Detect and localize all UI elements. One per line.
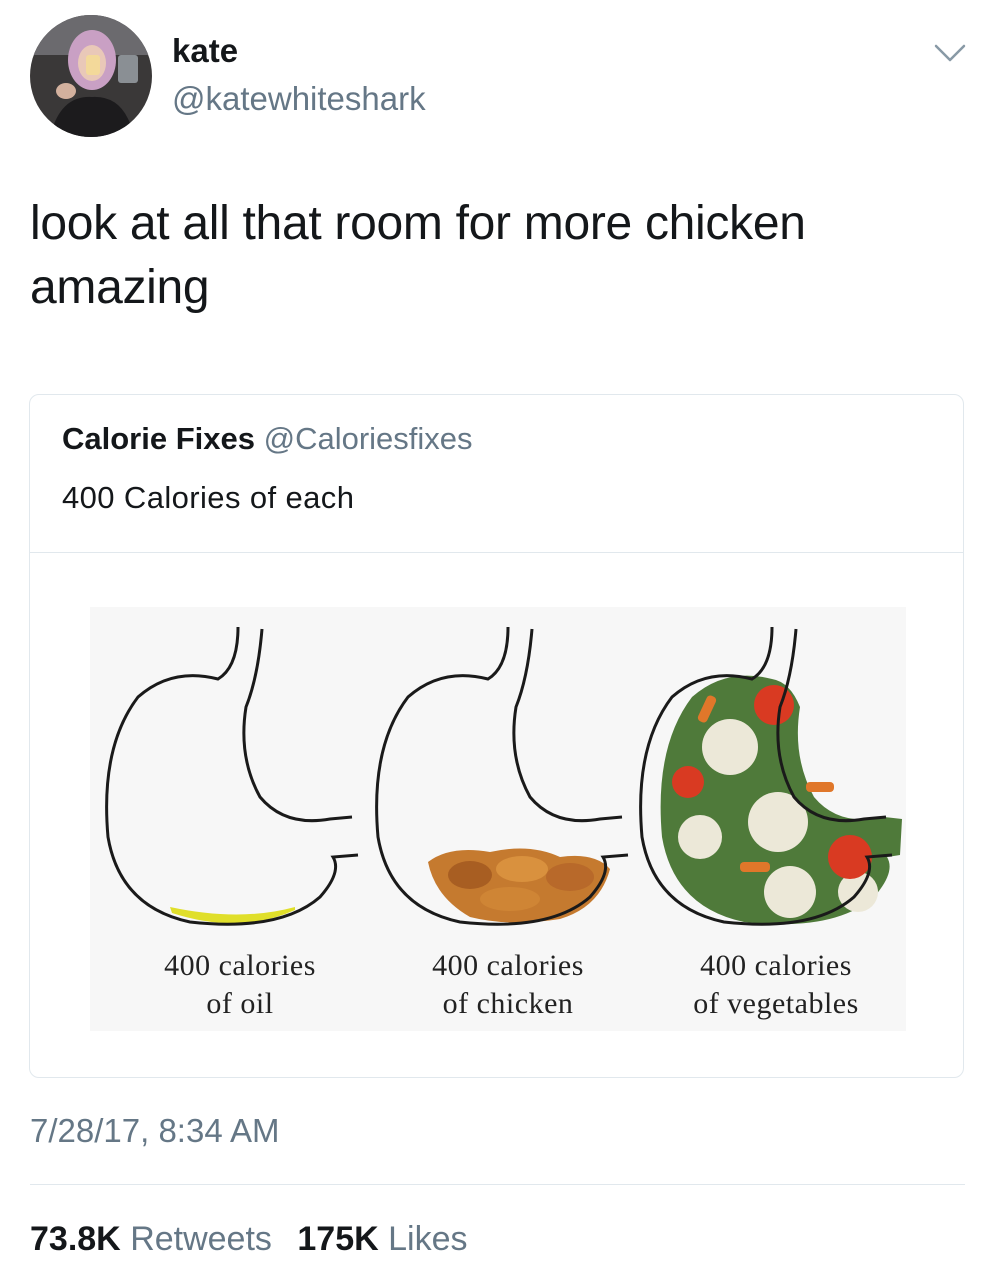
- avatar-photo: [30, 15, 152, 137]
- quoted-author-name: Calorie Fixes: [62, 421, 255, 456]
- quoted-tweet-divider: [30, 552, 963, 553]
- quoted-tweet-author: Calorie Fixes @Caloriesfixes: [62, 421, 473, 457]
- author-handle[interactable]: @katewhiteshark: [172, 80, 426, 118]
- stats-divider: [30, 1184, 965, 1185]
- author-name[interactable]: kate: [172, 32, 238, 70]
- tweet-timestamp[interactable]: 7/28/17, 8:34 AM: [30, 1112, 280, 1150]
- retweets-stat[interactable]: 73.8K Retweets: [30, 1220, 272, 1258]
- caption-vegetables: 400 calories of vegetables: [670, 947, 882, 1023]
- quoted-tweet-text: 400 Calories of each: [62, 480, 355, 515]
- caption-chicken-line-2: of chicken: [442, 987, 574, 1020]
- likes-stat[interactable]: 175K Likes: [297, 1220, 467, 1258]
- caption-vegetables-line-1: 400 calories: [700, 949, 852, 982]
- stomach-chicken-illustration: [375, 626, 629, 926]
- avatar[interactable]: [30, 15, 152, 137]
- tweet-stats: 73.8K Retweets 175K Likes: [30, 1220, 483, 1259]
- tweet-text-line-1: look at all that room for more chicken: [30, 197, 806, 250]
- stomach-vegetables-illustration: [639, 626, 902, 926]
- stomach-oil-illustration: [105, 626, 359, 926]
- retweets-label: Retweets: [130, 1220, 272, 1258]
- likes-count: 175K: [297, 1220, 379, 1258]
- caption-oil-line-2: of oil: [206, 987, 274, 1020]
- caption-chicken-line-1: 400 calories: [432, 949, 584, 982]
- caption-vegetables-line-2: of vegetables: [693, 987, 859, 1020]
- quoted-tweet-card[interactable]: Calorie Fixes @Caloriesfixes 400 Calorie…: [29, 394, 964, 1078]
- likes-label: Likes: [388, 1220, 468, 1258]
- caption-chicken: 400 calories of chicken: [408, 947, 608, 1023]
- quoted-tweet-image[interactable]: 400 calories of oil 400 calories of chic…: [90, 607, 906, 1031]
- tweet-text-line-2: amazing: [30, 261, 210, 314]
- tweet-text: look at all that room for more chicken a…: [30, 192, 960, 320]
- retweets-count: 73.8K: [30, 1220, 121, 1258]
- chevron-down-icon[interactable]: [934, 42, 966, 64]
- caption-oil-line-1: 400 calories: [164, 949, 316, 982]
- quoted-author-handle: @Caloriesfixes: [263, 421, 473, 456]
- caption-oil: 400 calories of oil: [140, 947, 340, 1023]
